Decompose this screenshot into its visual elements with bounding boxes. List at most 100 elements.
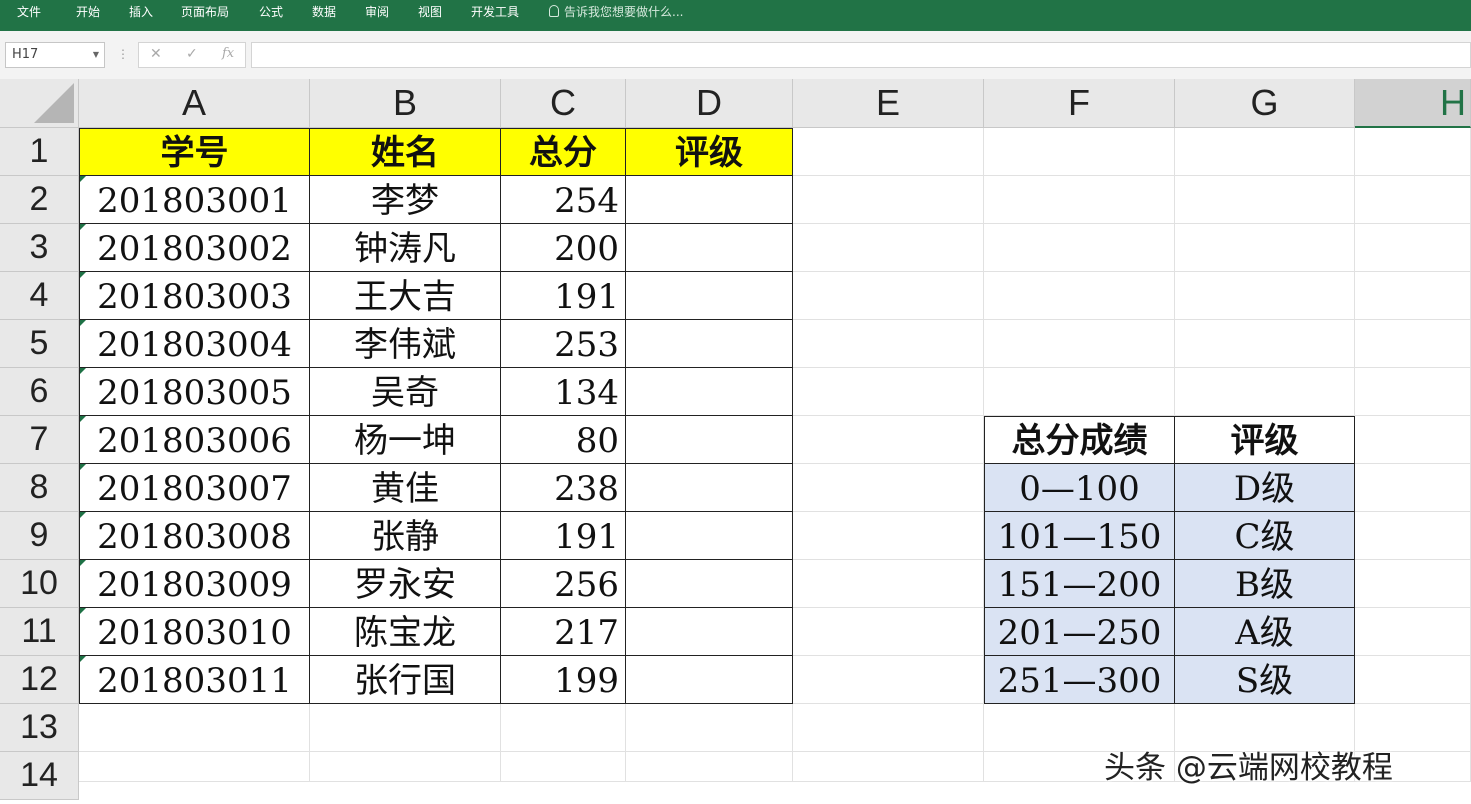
- lookup-header-f7[interactable]: 总分成绩: [984, 416, 1175, 464]
- cell-d9[interactable]: [626, 512, 793, 560]
- cell-e7[interactable]: [793, 416, 984, 464]
- cell-d10[interactable]: [626, 560, 793, 608]
- cell-h2[interactable]: [1355, 176, 1471, 224]
- cell-a13[interactable]: [79, 704, 310, 752]
- formula-input[interactable]: [251, 42, 1471, 68]
- cell-c11[interactable]: 217: [501, 608, 626, 656]
- lookup-cell-g11[interactable]: A级: [1175, 608, 1355, 656]
- cell-e4[interactable]: [793, 272, 984, 320]
- lookup-cell-f10[interactable]: 151—200: [984, 560, 1175, 608]
- cell-g1[interactable]: [1175, 128, 1355, 176]
- cell-e10[interactable]: [793, 560, 984, 608]
- cell-a5[interactable]: 201803004: [79, 320, 310, 368]
- cell-g6[interactable]: [1175, 368, 1355, 416]
- cell-b2[interactable]: 李梦: [310, 176, 501, 224]
- cell-h12[interactable]: [1355, 656, 1471, 704]
- cell-c7[interactable]: 80: [501, 416, 626, 464]
- cell-g4[interactable]: [1175, 272, 1355, 320]
- formula-bar-grip-icon[interactable]: ⋮: [117, 47, 129, 61]
- cell-c14[interactable]: [501, 752, 626, 782]
- row-header-8[interactable]: 8: [0, 464, 79, 512]
- cell-h6[interactable]: [1355, 368, 1471, 416]
- row-header-6[interactable]: 6: [0, 368, 79, 416]
- cell-c3[interactable]: 200: [501, 224, 626, 272]
- cell-a7[interactable]: 201803006: [79, 416, 310, 464]
- cell-f5[interactable]: [984, 320, 1175, 368]
- tab-formulas[interactable]: 公式: [259, 0, 283, 24]
- chevron-down-icon[interactable]: ▼: [93, 43, 99, 67]
- cell-a4[interactable]: 201803003: [79, 272, 310, 320]
- cell-c6[interactable]: 134: [501, 368, 626, 416]
- lookup-cell-g12[interactable]: S级: [1175, 656, 1355, 704]
- cell-g5[interactable]: [1175, 320, 1355, 368]
- cell-g3[interactable]: [1175, 224, 1355, 272]
- cell-e6[interactable]: [793, 368, 984, 416]
- cell-h9[interactable]: [1355, 512, 1471, 560]
- cell-b11[interactable]: 陈宝龙: [310, 608, 501, 656]
- cell-c10[interactable]: 256: [501, 560, 626, 608]
- cell-d11[interactable]: [626, 608, 793, 656]
- insert-function-icon[interactable]: fx: [222, 46, 234, 61]
- row-header-7[interactable]: 7: [0, 416, 79, 464]
- cell-h1[interactable]: [1355, 128, 1471, 176]
- cell-d6[interactable]: [626, 368, 793, 416]
- header-cell-a1[interactable]: 学号: [79, 128, 310, 176]
- cell-a3[interactable]: 201803002: [79, 224, 310, 272]
- cancel-icon[interactable]: ✕: [150, 46, 162, 62]
- cell-b7[interactable]: 杨一坤: [310, 416, 501, 464]
- cell-b3[interactable]: 钟涛凡: [310, 224, 501, 272]
- row-header-10[interactable]: 10: [0, 560, 79, 608]
- row-header-12[interactable]: 12: [0, 656, 79, 704]
- cell-e1[interactable]: [793, 128, 984, 176]
- column-header-c[interactable]: C: [501, 79, 626, 128]
- cell-b5[interactable]: 李伟斌: [310, 320, 501, 368]
- cell-c5[interactable]: 253: [501, 320, 626, 368]
- column-header-e[interactable]: E: [793, 79, 984, 128]
- cell-h5[interactable]: [1355, 320, 1471, 368]
- lookup-cell-g8[interactable]: D级: [1175, 464, 1355, 512]
- enter-icon[interactable]: ✓: [186, 46, 198, 62]
- cell-f6[interactable]: [984, 368, 1175, 416]
- row-header-2[interactable]: 2: [0, 176, 79, 224]
- cell-c12[interactable]: 199: [501, 656, 626, 704]
- column-header-b[interactable]: B: [310, 79, 501, 128]
- cell-a8[interactable]: 201803007: [79, 464, 310, 512]
- cell-f2[interactable]: [984, 176, 1175, 224]
- cell-b4[interactable]: 王大吉: [310, 272, 501, 320]
- lookup-header-g7[interactable]: 评级: [1175, 416, 1355, 464]
- cell-h8[interactable]: [1355, 464, 1471, 512]
- cell-a12[interactable]: 201803011: [79, 656, 310, 704]
- cell-a9[interactable]: 201803008: [79, 512, 310, 560]
- cell-b13[interactable]: [310, 704, 501, 752]
- row-header-14[interactable]: 14: [0, 752, 79, 800]
- cell-h3[interactable]: [1355, 224, 1471, 272]
- cell-e11[interactable]: [793, 608, 984, 656]
- cell-f1[interactable]: [984, 128, 1175, 176]
- cell-d7[interactable]: [626, 416, 793, 464]
- row-header-5[interactable]: 5: [0, 320, 79, 368]
- row-header-3[interactable]: 3: [0, 224, 79, 272]
- cell-d4[interactable]: [626, 272, 793, 320]
- cell-h10[interactable]: [1355, 560, 1471, 608]
- cell-b14[interactable]: [310, 752, 501, 782]
- row-header-13[interactable]: 13: [0, 704, 79, 752]
- cell-e14[interactable]: [793, 752, 984, 782]
- cell-b10[interactable]: 罗永安: [310, 560, 501, 608]
- cell-d2[interactable]: [626, 176, 793, 224]
- cell-d3[interactable]: [626, 224, 793, 272]
- cell-c13[interactable]: [501, 704, 626, 752]
- lookup-cell-f11[interactable]: 201—250: [984, 608, 1175, 656]
- cell-b9[interactable]: 张静: [310, 512, 501, 560]
- cell-f3[interactable]: [984, 224, 1175, 272]
- column-header-f[interactable]: F: [984, 79, 1175, 128]
- column-header-h[interactable]: H: [1355, 79, 1471, 128]
- cell-e13[interactable]: [793, 704, 984, 752]
- cell-d13[interactable]: [626, 704, 793, 752]
- cell-a6[interactable]: 201803005: [79, 368, 310, 416]
- cell-d8[interactable]: [626, 464, 793, 512]
- cell-e9[interactable]: [793, 512, 984, 560]
- cell-a2[interactable]: 201803001: [79, 176, 310, 224]
- cell-e2[interactable]: [793, 176, 984, 224]
- cell-e12[interactable]: [793, 656, 984, 704]
- row-header-4[interactable]: 4: [0, 272, 79, 320]
